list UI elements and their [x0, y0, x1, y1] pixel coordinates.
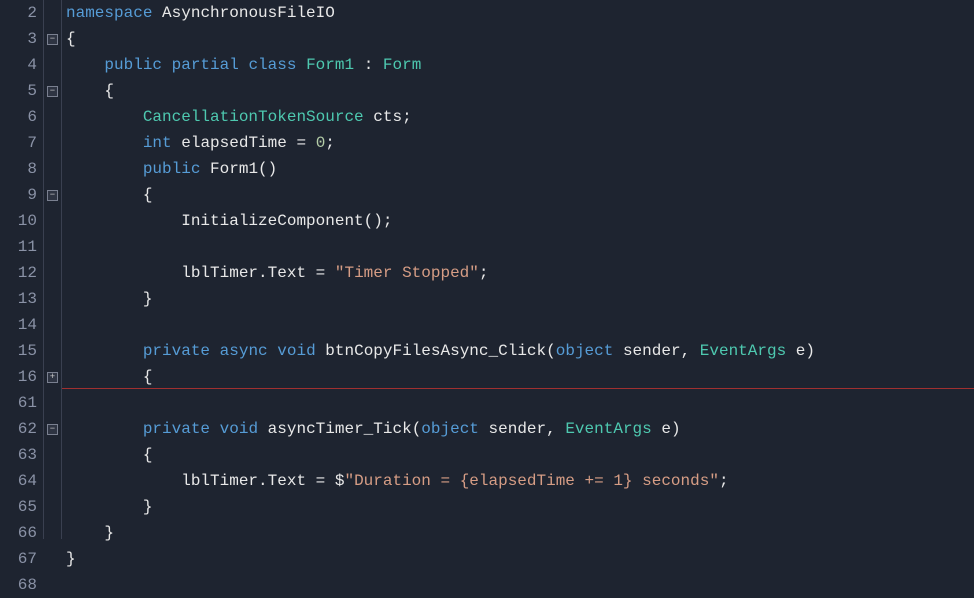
line-number: 11 [0, 234, 37, 260]
line-number: 15 [0, 338, 37, 364]
code-line: { [66, 78, 974, 104]
code-line [66, 234, 974, 260]
line-number: 61 [0, 390, 37, 416]
code-line: { [66, 26, 974, 52]
code-editor[interactable]: 2 3 4 5 6 7 8 9 10 11 12 13 14 15 16 61 … [0, 0, 974, 539]
code-line: InitializeComponent(); [66, 208, 974, 234]
line-number: 5 [0, 78, 37, 104]
code-line: private void asyncTimer_Tick(object send… [66, 416, 974, 442]
line-number: 10 [0, 208, 37, 234]
code-line: public Form1() [66, 156, 974, 182]
line-number: 7 [0, 130, 37, 156]
line-number: 6 [0, 104, 37, 130]
line-number: 62 [0, 416, 37, 442]
line-number: 64 [0, 468, 37, 494]
code-line: CancellationTokenSource cts; [66, 104, 974, 130]
code-line: lblTimer.Text = "Timer Stopped"; [66, 260, 974, 286]
code-line: private async void btnCopyFilesAsync_Cli… [66, 338, 974, 364]
code-line: int elapsedTime = 0; [66, 130, 974, 156]
code-line [66, 390, 974, 416]
fold-toggle[interactable]: − [47, 190, 58, 201]
line-number: 8 [0, 156, 37, 182]
line-number-gutter: 2 3 4 5 6 7 8 9 10 11 12 13 14 15 16 61 … [0, 0, 44, 539]
line-number: 68 [0, 572, 37, 598]
code-line: } [66, 520, 974, 546]
fold-toggle[interactable]: − [47, 34, 58, 45]
code-line: } [66, 286, 974, 312]
fold-toggle[interactable]: − [47, 424, 58, 435]
code-line: { [66, 364, 974, 390]
fold-toggle-collapsed[interactable]: + [47, 372, 58, 383]
line-number: 14 [0, 312, 37, 338]
code-content[interactable]: namespace AsynchronousFileIO { public pa… [62, 0, 974, 539]
line-number: 63 [0, 442, 37, 468]
line-number: 13 [0, 286, 37, 312]
line-number: 16 [0, 364, 37, 390]
line-number: 9 [0, 182, 37, 208]
line-number: 67 [0, 546, 37, 572]
code-line [66, 312, 974, 338]
code-line: public partial class Form1 : Form [66, 52, 974, 78]
line-number: 12 [0, 260, 37, 286]
fold-toggle[interactable]: − [47, 86, 58, 97]
code-line [66, 572, 974, 598]
fold-gutter: − − − + − [44, 0, 62, 539]
collapsed-region-line [62, 388, 974, 389]
code-line: } [66, 546, 974, 572]
code-line: { [66, 182, 974, 208]
line-number: 4 [0, 52, 37, 78]
line-number: 2 [0, 0, 37, 26]
line-number: 66 [0, 520, 37, 546]
line-number: 65 [0, 494, 37, 520]
code-line: } [66, 494, 974, 520]
line-number: 3 [0, 26, 37, 52]
code-line: lblTimer.Text = $"Duration = {elapsedTim… [66, 468, 974, 494]
code-line: namespace AsynchronousFileIO [66, 0, 974, 26]
code-line: { [66, 442, 974, 468]
